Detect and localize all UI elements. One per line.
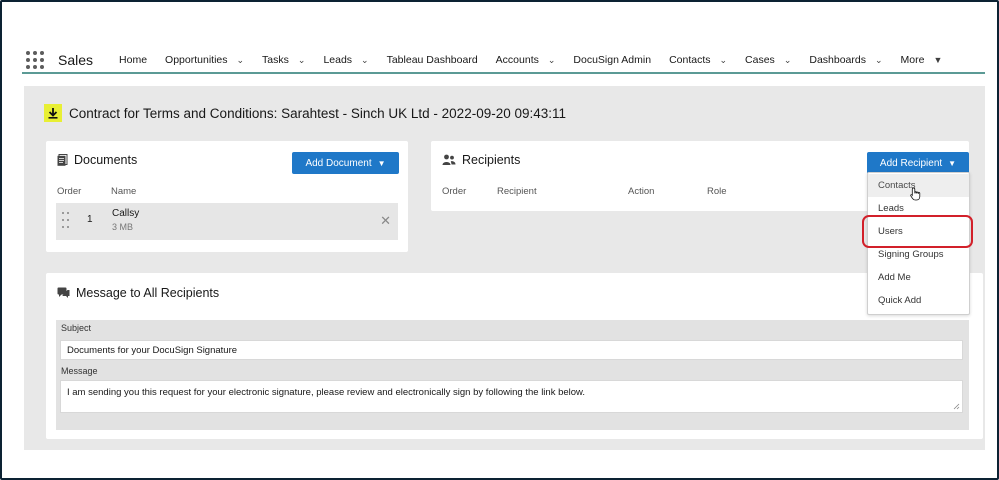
app-launcher-icon[interactable] (26, 51, 44, 69)
menu-item-label: Leads (878, 203, 904, 214)
chat-icon (57, 287, 70, 299)
nav-active-underline (22, 72, 985, 74)
nav-item-tasks[interactable]: Tasks ⌄ (262, 54, 305, 66)
column-header-role: Role (707, 186, 727, 197)
column-header-action: Action (628, 186, 655, 197)
document-name: Callsy (112, 208, 140, 219)
nav-item-accounts[interactable]: Accounts ⌄ (496, 54, 556, 66)
page-header: Contract for Terms and Conditions: Sarah… (44, 104, 566, 122)
close-icon[interactable]: ✕ (380, 213, 391, 229)
users-icon (442, 154, 456, 166)
chevron-down-icon[interactable]: ⌄ (548, 55, 556, 66)
column-header-order: Order (57, 186, 82, 197)
recipients-header: Recipients (442, 153, 520, 167)
global-nav: Sales Home Opportunities ⌄ Tasks ⌄ Leads… (22, 46, 985, 74)
nav-item-label: Accounts (495, 54, 539, 66)
message-card: Message to All Recipients Subject Docume… (46, 273, 983, 439)
nav-item-label: Dashboards (809, 54, 866, 66)
menu-item-quick-add[interactable]: Quick Add (868, 289, 969, 312)
caret-down-icon: ▼ (377, 158, 386, 168)
chevron-down-icon[interactable]: ⌄ (298, 55, 306, 66)
chevron-down-icon[interactable]: ⌄ (720, 55, 728, 66)
nav-item-label: Leads (323, 54, 353, 66)
documents-card: Documents Add Document ▼ Order Name 1 Ca… (46, 141, 408, 252)
nav-item-more[interactable]: More ▼ (901, 54, 943, 66)
nav-item-label: More (900, 54, 925, 66)
caret-down-icon: ▼ (948, 158, 957, 168)
drag-handle-icon[interactable] (62, 212, 70, 230)
app-window: Sales Home Opportunities ⌄ Tasks ⌄ Leads… (0, 0, 999, 480)
document-order: 1 (87, 214, 93, 225)
message-title: Message to All Recipients (76, 286, 220, 300)
menu-item-label: Quick Add (878, 295, 922, 306)
documents-title: Documents (74, 153, 138, 167)
message-textarea[interactable]: I am sending you this request for your e… (60, 380, 963, 413)
column-header-name: Name (111, 186, 137, 197)
nav-item-label: Tableau Dashboard (386, 54, 478, 66)
app-name: Sales (58, 52, 94, 68)
nav-item-label: Contacts (669, 54, 711, 66)
add-recipient-button[interactable]: Add Recipient ▼ (867, 152, 969, 174)
download-icon[interactable] (44, 104, 62, 122)
nav-item-opportunities[interactable]: Opportunities ⌄ (165, 54, 244, 66)
nav-item-docusign-admin[interactable]: DocuSign Admin (573, 54, 651, 66)
add-document-button[interactable]: Add Document ▼ (292, 152, 399, 174)
chevron-down-icon[interactable]: ⌄ (237, 55, 245, 66)
add-recipient-label: Add Recipient (879, 157, 943, 169)
nav-item-contacts[interactable]: Contacts ⌄ (669, 54, 727, 66)
document-row[interactable]: 1 Callsy 3 MB ✕ (56, 203, 398, 240)
nav-item-label: DocuSign Admin (573, 54, 652, 66)
menu-item-label: Signing Groups (878, 249, 944, 260)
users-highlight-outline (862, 215, 973, 248)
nav-item-label: Tasks (262, 54, 289, 66)
nav-item-label: Cases (745, 54, 775, 66)
message-text: I am sending you this request for your e… (67, 387, 586, 398)
chevron-down-icon[interactable]: ⌄ (784, 55, 792, 66)
caret-down-icon: ▼ (933, 55, 943, 65)
nav-item-label: Opportunities (165, 54, 228, 66)
nav-item-tableau-dashboard[interactable]: Tableau Dashboard (387, 54, 478, 66)
subject-label: Subject (61, 323, 92, 333)
nav-item-label: Home (119, 54, 148, 66)
nav-item-home[interactable]: Home (119, 54, 147, 66)
nav-item-leads[interactable]: Leads ⌄ (323, 54, 368, 66)
document-icon (57, 154, 68, 166)
nav-item-dashboards[interactable]: Dashboards ⌄ (809, 54, 882, 66)
column-header-recipient: Recipient (497, 186, 537, 197)
documents-header: Documents (57, 153, 137, 167)
nav-item-cases[interactable]: Cases ⌄ (745, 54, 791, 66)
subject-field[interactable]: Documents for your DocuSign Signature (60, 340, 963, 360)
recipients-title: Recipients (462, 153, 521, 167)
main-content: Contract for Terms and Conditions: Sarah… (24, 86, 985, 450)
document-size: 3 MB (112, 222, 134, 232)
message-label: Message (61, 366, 98, 376)
hand-pointer-icon (910, 187, 921, 201)
column-header-order: Order (442, 186, 467, 197)
message-form: Subject Documents for your DocuSign Sign… (56, 320, 969, 430)
add-document-label: Add Document (305, 157, 372, 169)
menu-item-add-me[interactable]: Add Me (868, 266, 969, 289)
resize-grip-icon[interactable] (953, 403, 960, 410)
message-header: Message to All Recipients (57, 286, 219, 300)
chevron-down-icon[interactable]: ⌄ (875, 55, 883, 66)
menu-item-label: Add Me (878, 272, 911, 283)
chevron-down-icon[interactable]: ⌄ (361, 55, 369, 66)
page-title: Contract for Terms and Conditions: Sarah… (69, 105, 567, 121)
